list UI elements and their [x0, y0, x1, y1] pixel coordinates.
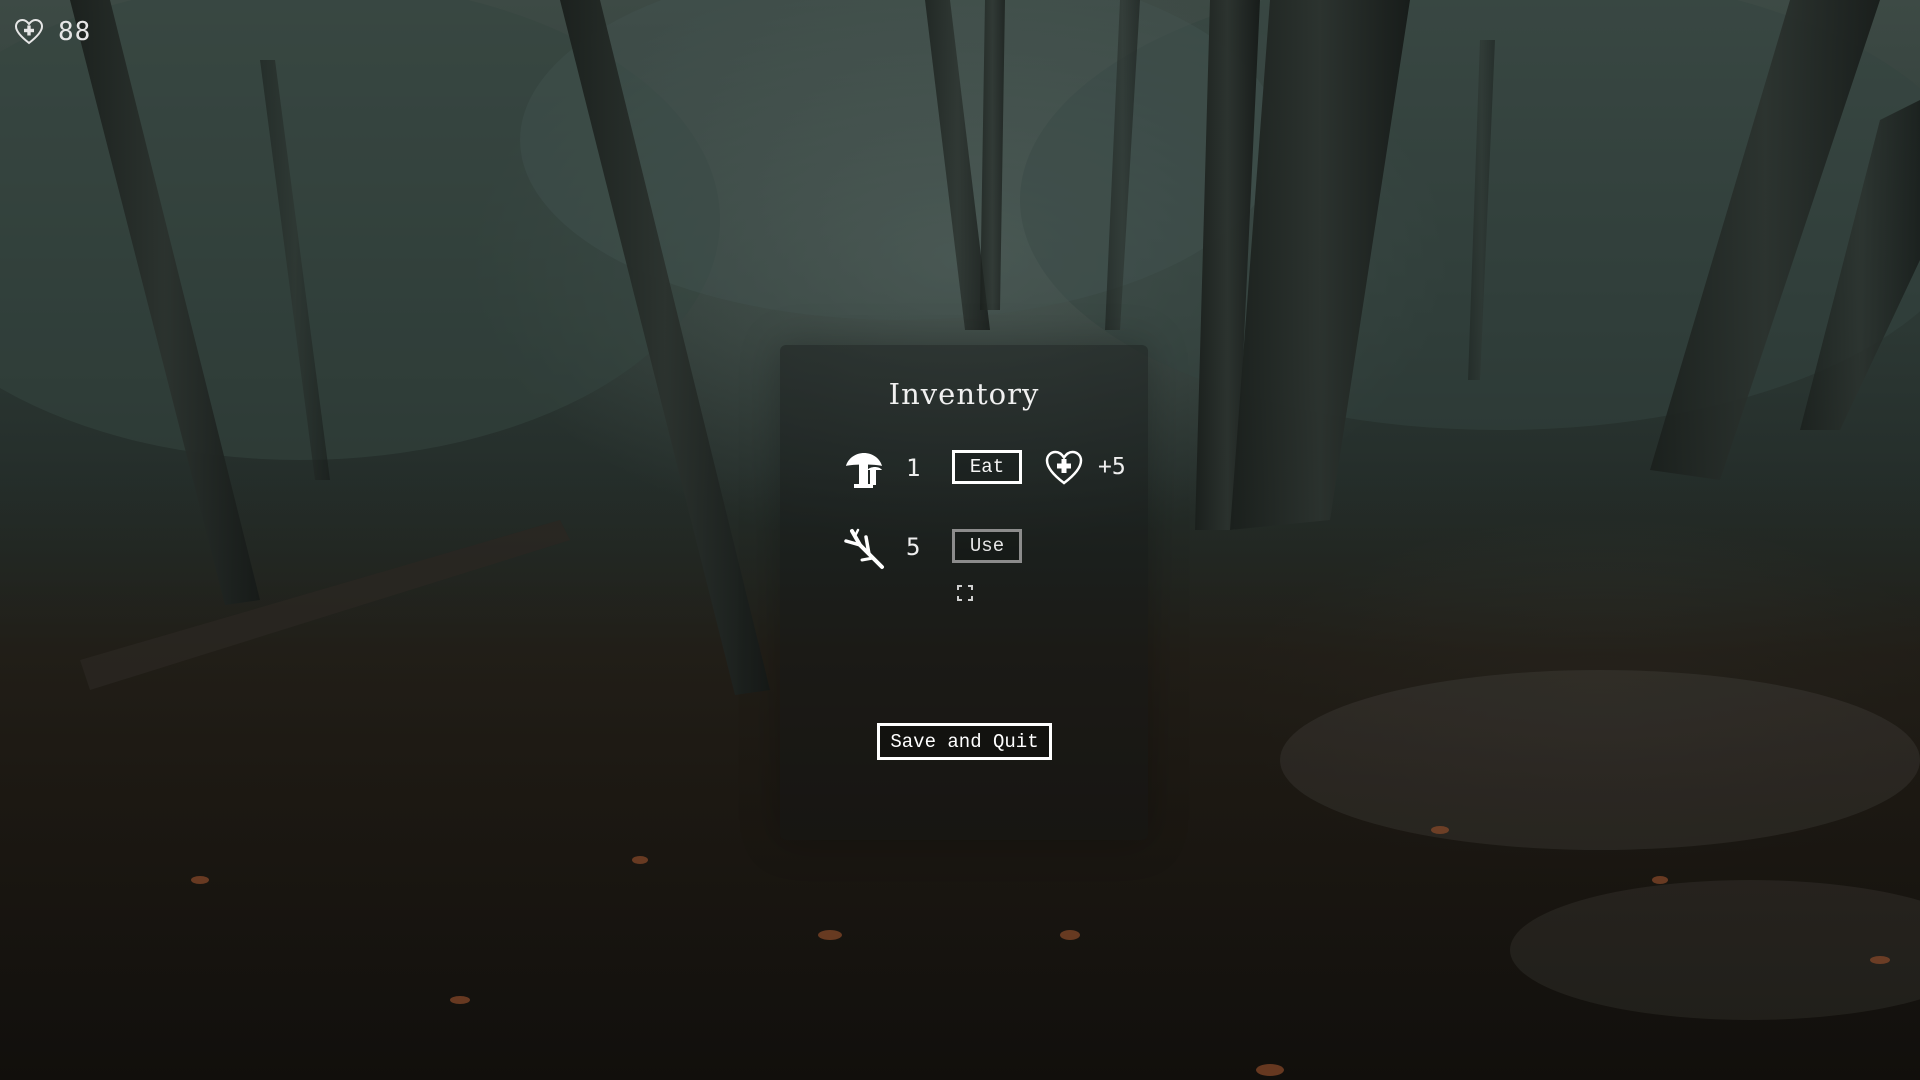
inventory-row-sticks: 5 Use: [842, 527, 1142, 571]
heart-plus-icon: [1044, 448, 1084, 488]
save-and-quit-button[interactable]: Save and Quit: [877, 723, 1052, 760]
cursor-icon: [957, 585, 973, 601]
mushroom-icon: [842, 448, 886, 492]
inventory-title: Inventory: [780, 377, 1148, 411]
stick-count: 5: [906, 533, 920, 561]
eat-effect-value: +5: [1098, 454, 1126, 480]
mushroom-count: 1: [906, 454, 920, 482]
health-hud: 88: [14, 14, 91, 50]
stick-icon: [842, 527, 886, 571]
inventory-row-mushroom: 1 Eat +5: [842, 448, 1142, 492]
heart-plus-icon: [14, 17, 44, 47]
eat-button[interactable]: Eat: [952, 450, 1022, 484]
health-value: 88: [58, 17, 91, 47]
use-button[interactable]: Use: [952, 529, 1022, 563]
